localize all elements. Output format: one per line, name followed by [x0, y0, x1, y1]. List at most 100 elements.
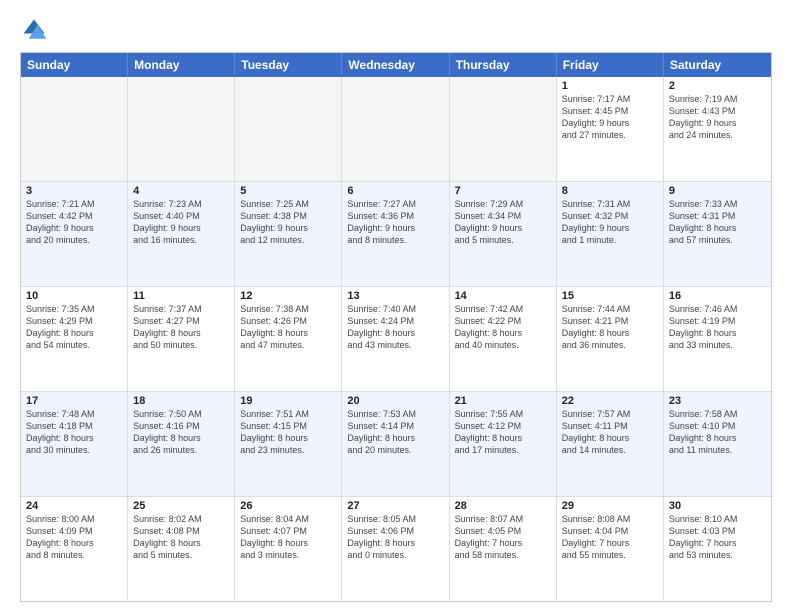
day-info: Sunrise: 8:00 AM Sunset: 4:09 PM Dayligh… — [26, 513, 122, 562]
day-cell-22: 22Sunrise: 7:57 AM Sunset: 4:11 PM Dayli… — [557, 392, 664, 496]
calendar-row: 1Sunrise: 7:17 AM Sunset: 4:45 PM Daylig… — [21, 77, 771, 182]
day-cell-11: 11Sunrise: 7:37 AM Sunset: 4:27 PM Dayli… — [128, 287, 235, 391]
day-info: Sunrise: 8:05 AM Sunset: 4:06 PM Dayligh… — [347, 513, 443, 562]
day-cell-24: 24Sunrise: 8:00 AM Sunset: 4:09 PM Dayli… — [21, 497, 128, 601]
day-info: Sunrise: 7:57 AM Sunset: 4:11 PM Dayligh… — [562, 408, 658, 457]
day-number: 6 — [347, 185, 443, 197]
day-cell-26: 26Sunrise: 8:04 AM Sunset: 4:07 PM Dayli… — [235, 497, 342, 601]
day-number: 3 — [26, 185, 122, 197]
day-cell-1: 1Sunrise: 7:17 AM Sunset: 4:45 PM Daylig… — [557, 77, 664, 181]
day-info: Sunrise: 7:19 AM Sunset: 4:43 PM Dayligh… — [669, 93, 766, 142]
day-cell-10: 10Sunrise: 7:35 AM Sunset: 4:29 PM Dayli… — [21, 287, 128, 391]
day-info: Sunrise: 7:17 AM Sunset: 4:45 PM Dayligh… — [562, 93, 658, 142]
calendar-header: SundayMondayTuesdayWednesdayThursdayFrid… — [21, 53, 771, 77]
calendar-row: 17Sunrise: 7:48 AM Sunset: 4:18 PM Dayli… — [21, 392, 771, 497]
day-info: Sunrise: 7:27 AM Sunset: 4:36 PM Dayligh… — [347, 198, 443, 247]
header-day-wednesday: Wednesday — [342, 53, 449, 77]
day-number: 23 — [669, 395, 766, 407]
day-number: 22 — [562, 395, 658, 407]
day-info: Sunrise: 7:42 AM Sunset: 4:22 PM Dayligh… — [455, 303, 551, 352]
day-info: Sunrise: 7:35 AM Sunset: 4:29 PM Dayligh… — [26, 303, 122, 352]
day-info: Sunrise: 7:53 AM Sunset: 4:14 PM Dayligh… — [347, 408, 443, 457]
day-number: 12 — [240, 290, 336, 302]
day-cell-30: 30Sunrise: 8:10 AM Sunset: 4:03 PM Dayli… — [664, 497, 771, 601]
day-number: 25 — [133, 500, 229, 512]
day-info: Sunrise: 7:31 AM Sunset: 4:32 PM Dayligh… — [562, 198, 658, 247]
day-info: Sunrise: 8:04 AM Sunset: 4:07 PM Dayligh… — [240, 513, 336, 562]
day-info: Sunrise: 8:07 AM Sunset: 4:05 PM Dayligh… — [455, 513, 551, 562]
day-number: 14 — [455, 290, 551, 302]
day-number: 18 — [133, 395, 229, 407]
day-info: Sunrise: 7:44 AM Sunset: 4:21 PM Dayligh… — [562, 303, 658, 352]
day-cell-25: 25Sunrise: 8:02 AM Sunset: 4:08 PM Dayli… — [128, 497, 235, 601]
day-cell-8: 8Sunrise: 7:31 AM Sunset: 4:32 PM Daylig… — [557, 182, 664, 286]
day-number: 5 — [240, 185, 336, 197]
logo — [20, 16, 52, 44]
day-cell-21: 21Sunrise: 7:55 AM Sunset: 4:12 PM Dayli… — [450, 392, 557, 496]
day-number: 10 — [26, 290, 122, 302]
day-info: Sunrise: 7:33 AM Sunset: 4:31 PM Dayligh… — [669, 198, 766, 247]
calendar: SundayMondayTuesdayWednesdayThursdayFrid… — [20, 52, 772, 602]
header-day-tuesday: Tuesday — [235, 53, 342, 77]
empty-cell — [342, 77, 449, 181]
day-info: Sunrise: 8:08 AM Sunset: 4:04 PM Dayligh… — [562, 513, 658, 562]
day-info: Sunrise: 7:50 AM Sunset: 4:16 PM Dayligh… — [133, 408, 229, 457]
day-cell-3: 3Sunrise: 7:21 AM Sunset: 4:42 PM Daylig… — [21, 182, 128, 286]
header-day-friday: Friday — [557, 53, 664, 77]
day-cell-13: 13Sunrise: 7:40 AM Sunset: 4:24 PM Dayli… — [342, 287, 449, 391]
day-number: 26 — [240, 500, 336, 512]
day-cell-14: 14Sunrise: 7:42 AM Sunset: 4:22 PM Dayli… — [450, 287, 557, 391]
day-info: Sunrise: 7:48 AM Sunset: 4:18 PM Dayligh… — [26, 408, 122, 457]
day-cell-20: 20Sunrise: 7:53 AM Sunset: 4:14 PM Dayli… — [342, 392, 449, 496]
day-cell-27: 27Sunrise: 8:05 AM Sunset: 4:06 PM Dayli… — [342, 497, 449, 601]
day-number: 13 — [347, 290, 443, 302]
day-cell-7: 7Sunrise: 7:29 AM Sunset: 4:34 PM Daylig… — [450, 182, 557, 286]
calendar-body: 1Sunrise: 7:17 AM Sunset: 4:45 PM Daylig… — [21, 77, 771, 601]
day-info: Sunrise: 7:38 AM Sunset: 4:26 PM Dayligh… — [240, 303, 336, 352]
day-cell-17: 17Sunrise: 7:48 AM Sunset: 4:18 PM Dayli… — [21, 392, 128, 496]
day-info: Sunrise: 7:55 AM Sunset: 4:12 PM Dayligh… — [455, 408, 551, 457]
day-cell-19: 19Sunrise: 7:51 AM Sunset: 4:15 PM Dayli… — [235, 392, 342, 496]
empty-cell — [21, 77, 128, 181]
empty-cell — [450, 77, 557, 181]
day-number: 27 — [347, 500, 443, 512]
day-number: 16 — [669, 290, 766, 302]
day-info: Sunrise: 7:21 AM Sunset: 4:42 PM Dayligh… — [26, 198, 122, 247]
day-cell-5: 5Sunrise: 7:25 AM Sunset: 4:38 PM Daylig… — [235, 182, 342, 286]
day-number: 1 — [562, 80, 658, 92]
day-number: 30 — [669, 500, 766, 512]
day-number: 11 — [133, 290, 229, 302]
header — [20, 16, 772, 44]
day-info: Sunrise: 8:10 AM Sunset: 4:03 PM Dayligh… — [669, 513, 766, 562]
day-info: Sunrise: 8:02 AM Sunset: 4:08 PM Dayligh… — [133, 513, 229, 562]
calendar-row: 24Sunrise: 8:00 AM Sunset: 4:09 PM Dayli… — [21, 497, 771, 601]
day-cell-16: 16Sunrise: 7:46 AM Sunset: 4:19 PM Dayli… — [664, 287, 771, 391]
header-day-thursday: Thursday — [450, 53, 557, 77]
day-number: 4 — [133, 185, 229, 197]
header-day-saturday: Saturday — [664, 53, 771, 77]
header-day-sunday: Sunday — [21, 53, 128, 77]
day-number: 21 — [455, 395, 551, 407]
day-cell-4: 4Sunrise: 7:23 AM Sunset: 4:40 PM Daylig… — [128, 182, 235, 286]
day-info: Sunrise: 7:40 AM Sunset: 4:24 PM Dayligh… — [347, 303, 443, 352]
day-cell-28: 28Sunrise: 8:07 AM Sunset: 4:05 PM Dayli… — [450, 497, 557, 601]
empty-cell — [235, 77, 342, 181]
day-cell-12: 12Sunrise: 7:38 AM Sunset: 4:26 PM Dayli… — [235, 287, 342, 391]
day-number: 9 — [669, 185, 766, 197]
day-cell-29: 29Sunrise: 8:08 AM Sunset: 4:04 PM Dayli… — [557, 497, 664, 601]
header-day-monday: Monday — [128, 53, 235, 77]
day-cell-23: 23Sunrise: 7:58 AM Sunset: 4:10 PM Dayli… — [664, 392, 771, 496]
day-number: 29 — [562, 500, 658, 512]
day-cell-2: 2Sunrise: 7:19 AM Sunset: 4:43 PM Daylig… — [664, 77, 771, 181]
day-cell-15: 15Sunrise: 7:44 AM Sunset: 4:21 PM Dayli… — [557, 287, 664, 391]
day-number: 19 — [240, 395, 336, 407]
day-info: Sunrise: 7:23 AM Sunset: 4:40 PM Dayligh… — [133, 198, 229, 247]
day-info: Sunrise: 7:25 AM Sunset: 4:38 PM Dayligh… — [240, 198, 336, 247]
day-number: 8 — [562, 185, 658, 197]
day-info: Sunrise: 7:37 AM Sunset: 4:27 PM Dayligh… — [133, 303, 229, 352]
calendar-row: 3Sunrise: 7:21 AM Sunset: 4:42 PM Daylig… — [21, 182, 771, 287]
calendar-row: 10Sunrise: 7:35 AM Sunset: 4:29 PM Dayli… — [21, 287, 771, 392]
empty-cell — [128, 77, 235, 181]
day-number: 17 — [26, 395, 122, 407]
day-number: 7 — [455, 185, 551, 197]
